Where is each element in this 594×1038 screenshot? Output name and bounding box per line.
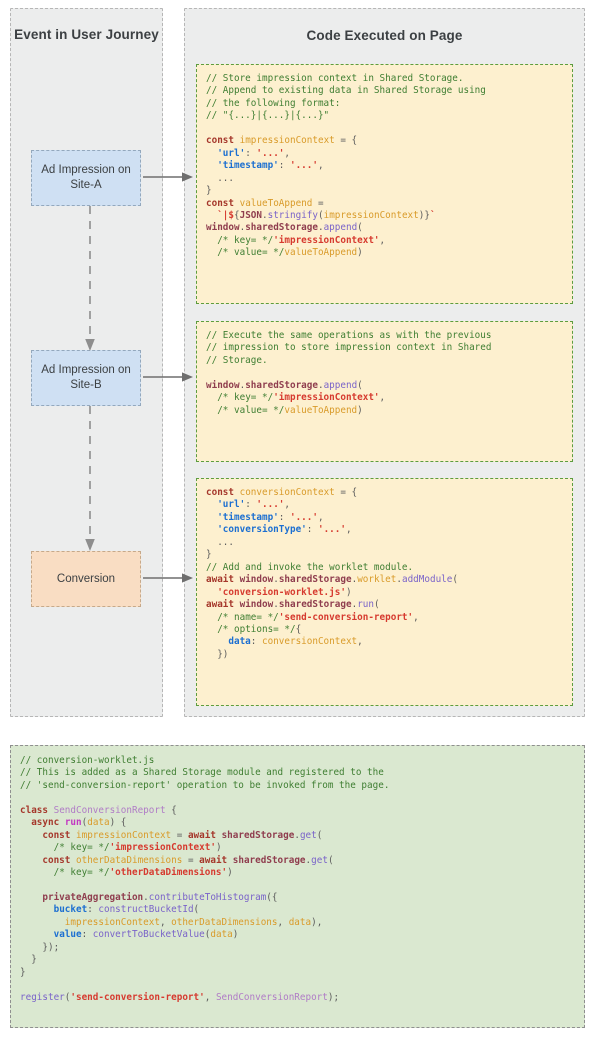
code-line: } [206, 185, 212, 197]
node-conversion[interactable]: Conversion [31, 551, 141, 607]
code-line: } [20, 954, 37, 966]
code-line: 'url': '...', [217, 147, 291, 159]
code-line: `|${JSON.stringify(impressionContext)}` [217, 209, 436, 221]
code-line: const otherDataDimensions = await shared… [42, 854, 334, 866]
connector-arrow-site-a-to-code [143, 172, 193, 182]
code-line: value: convertToBucketValue(data) [53, 929, 239, 941]
code-line: const conversionContext = { [206, 487, 358, 498]
code-block-impression-site-a: // Store impression context in Shared St… [196, 64, 573, 304]
connector-arrow-site-b-to-code [143, 372, 193, 382]
code-line: // This is added as a Shared Storage mod… [20, 767, 384, 779]
node-ad-impression-site-a[interactable]: Ad Impression on Site-A [31, 150, 141, 206]
code-line: ... [206, 536, 234, 548]
code-line: // impression to store impression contex… [206, 342, 492, 354]
code-line: 'conversion-worklet.js') [217, 586, 352, 598]
code-line: // Add and invoke the worklet module. [206, 561, 414, 573]
code-block-conversion: const conversionContext = { 'url': '...'… [196, 478, 573, 706]
code-line: // the following format: [206, 97, 341, 109]
connector-arrow-conversion-to-code [143, 573, 193, 583]
code-line: /* key= */'impressionContext', [217, 234, 386, 246]
code-line: // 'send-conversion-report' operation to… [20, 779, 390, 791]
code-line: // Store impression context in Shared St… [206, 73, 464, 84]
code-line: /* value= */valueToAppend) [217, 247, 363, 259]
code-line: window.sharedStorage.append( [206, 379, 363, 391]
code-line: /* options= */{ [217, 623, 302, 635]
panel-journey-title: Event in User Journey [14, 27, 159, 42]
code-line: // Execute the same operations as with t… [206, 330, 492, 341]
node-b-label: Ad Impression on Site-B [41, 364, 131, 391]
connector-arrow-b-to-conversion [85, 406, 95, 551]
code-line: const impressionContext = await sharedSt… [42, 829, 323, 841]
code-line: // Append to existing data in Shared Sto… [206, 85, 486, 97]
code-line: } [20, 966, 26, 978]
code-block-conversion-worklet: // conversion-worklet.js// This is added… [10, 745, 585, 1028]
code-line: }) [206, 648, 229, 660]
node-ad-impression-site-b[interactable]: Ad Impression on Site-B [31, 350, 141, 406]
code-line: privateAggregation.contributeToHistogram… [42, 891, 278, 903]
code-line: await window.sharedStorage.worklet.addMo… [206, 574, 458, 586]
code-line: async run(data) { [31, 817, 127, 829]
code-block-impression-site-b: // Execute the same operations as with t… [196, 321, 573, 462]
code-line: register('send-conversion-report', SendC… [20, 991, 340, 1003]
code-line: // "{...}|{...}|{...}" [206, 110, 330, 122]
node-c-label: Conversion [56, 572, 116, 585]
code-line: const impressionContext = { [206, 135, 358, 147]
code-line: data: conversionContext, [228, 636, 363, 648]
code-line: 'timestamp': '...', [217, 160, 324, 172]
code-line: }); [20, 941, 60, 953]
code-line: /* key= */'otherDataDimensions') [53, 867, 233, 879]
code-line: class SendConversionReport { [20, 804, 177, 816]
code-line: 'timestamp': '...', [217, 511, 324, 523]
code-line: /* name= */'send-conversion-report', [217, 611, 419, 623]
panel-code-title: Code Executed on Page [306, 28, 463, 43]
code-line: 'conversionType': '...', [217, 524, 352, 536]
node-a-label: Ad Impression on Site-A [41, 164, 131, 191]
code-line: /* key= */'impressionContext', [217, 392, 386, 404]
connector-arrow-a-to-b [85, 206, 95, 351]
code-line: bucket: constructBucketId( [53, 904, 200, 916]
code-line: const valueToAppend = [206, 197, 324, 209]
code-line: // conversion-worklet.js [20, 755, 155, 766]
code-line: await window.sharedStorage.run( [206, 599, 380, 611]
code-line: 'url': '...', [217, 499, 291, 511]
code-line: } [206, 549, 212, 561]
code-line: impressionContext, otherDataDimensions, … [64, 916, 323, 928]
diagram-top-region: Event in User Journey Code Executed on P… [0, 0, 594, 725]
code-line: window.sharedStorage.append( [206, 222, 363, 234]
code-line: // Storage. [206, 354, 268, 366]
code-line: /* key= */'impressionContext') [53, 842, 222, 854]
code-line: ... [206, 172, 234, 184]
code-line: /* value= */valueToAppend) [217, 404, 363, 416]
